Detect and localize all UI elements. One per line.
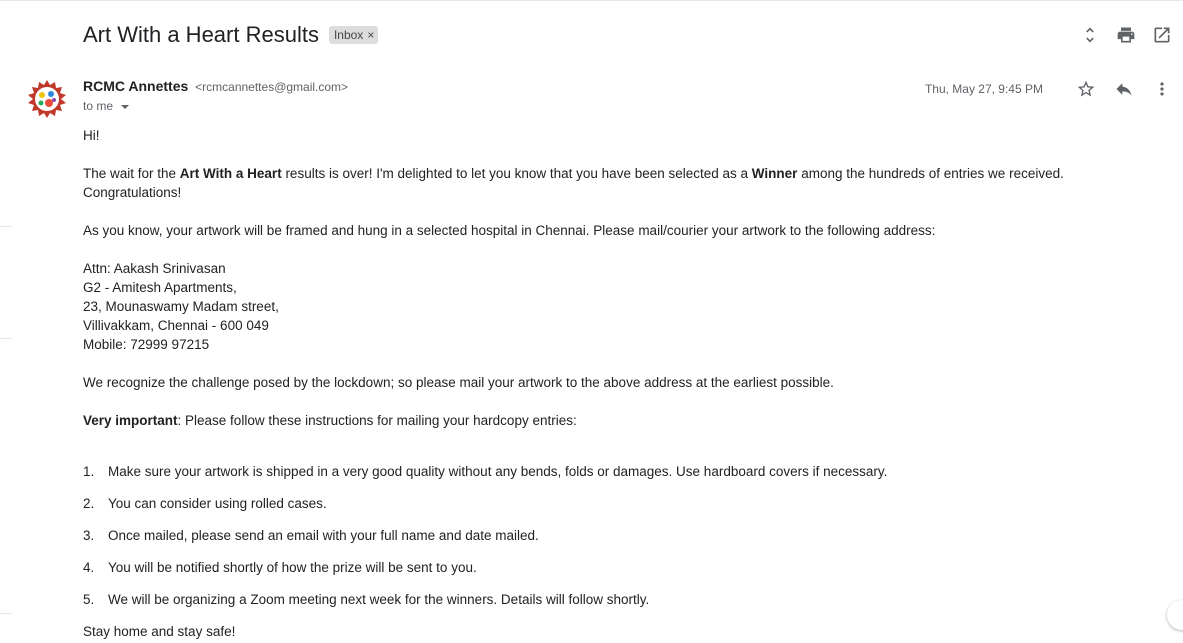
message-meta: Thu, May 27, 9:45 PM — [925, 78, 1173, 100]
list-item: 1. Make sure your artwork is shipped in a… — [83, 464, 888, 479]
recipient-text: to me — [83, 99, 114, 113]
subject-row: Art With a Heart Results Inbox × — [83, 20, 379, 50]
more-options-icon[interactable] — [1151, 78, 1173, 100]
reply-icon[interactable] — [1113, 78, 1135, 100]
paragraph-lockdown: We recognize the challenge posed by the … — [83, 375, 834, 390]
star-icon[interactable] — [1075, 78, 1097, 100]
divider — [0, 338, 12, 339]
message-body: Hi! The wait for the Art With a Heart re… — [83, 126, 1163, 641]
sender-email: <rcmcannettes@gmail.com> — [195, 80, 349, 94]
inbox-label-chip[interactable]: Inbox × — [328, 26, 379, 44]
label-text: Inbox — [333, 28, 364, 42]
sender-line: RCMC Annettes <rcmcannettes@gmail.com> — [83, 78, 348, 94]
sender-avatar[interactable] — [27, 79, 67, 119]
instruction-list: 1. Make sure your artwork is shipped in a… — [83, 462, 1163, 622]
address-line: Mobile: 72999 97215 — [83, 337, 210, 352]
address-line: Villivakkam, Chennai - 600 049 — [83, 318, 269, 333]
closing-line: Stay home and stay safe! — [83, 624, 236, 639]
thread-actions — [1079, 24, 1173, 46]
greeting: Hi! — [83, 128, 100, 143]
print-icon[interactable] — [1115, 24, 1137, 46]
paragraph-important: Very important: Please follow these inst… — [83, 413, 577, 428]
list-item: 3. Once mailed, please send an email with… — [83, 528, 539, 543]
email-subject: Art With a Heart Results — [83, 22, 319, 47]
address-line: Attn: Aakash Srinivasan — [83, 261, 226, 276]
address-line: G2 - Amitesh Apartments, — [83, 280, 237, 295]
address-line: 23, Mounaswamy Madam street, — [83, 299, 279, 314]
top-divider — [0, 0, 1183, 1]
remove-label-icon[interactable]: × — [367, 28, 374, 42]
list-item: 5. We will be organizing a Zoom meeting n… — [83, 592, 650, 607]
divider — [0, 613, 12, 614]
expand-collapse-icon[interactable] — [1079, 24, 1101, 46]
list-item: 4. You will be notified shortly of how th… — [83, 560, 477, 575]
divider — [0, 226, 12, 227]
sender-name[interactable]: RCMC Annettes — [83, 78, 188, 94]
list-item: 2. You can consider using rolled cases. — [83, 496, 327, 511]
chevron-down-icon[interactable] — [121, 104, 130, 109]
recipient-line[interactable]: to me — [83, 99, 130, 113]
paragraph-framing: As you know, your artwork will be framed… — [83, 223, 936, 238]
open-new-window-icon[interactable] — [1151, 24, 1173, 46]
paragraph-results: The wait for the Art With a Heart result… — [83, 166, 1064, 200]
message-date: Thu, May 27, 9:45 PM — [924, 82, 1043, 96]
side-panel-toggle-button[interactable] — [1167, 600, 1183, 630]
